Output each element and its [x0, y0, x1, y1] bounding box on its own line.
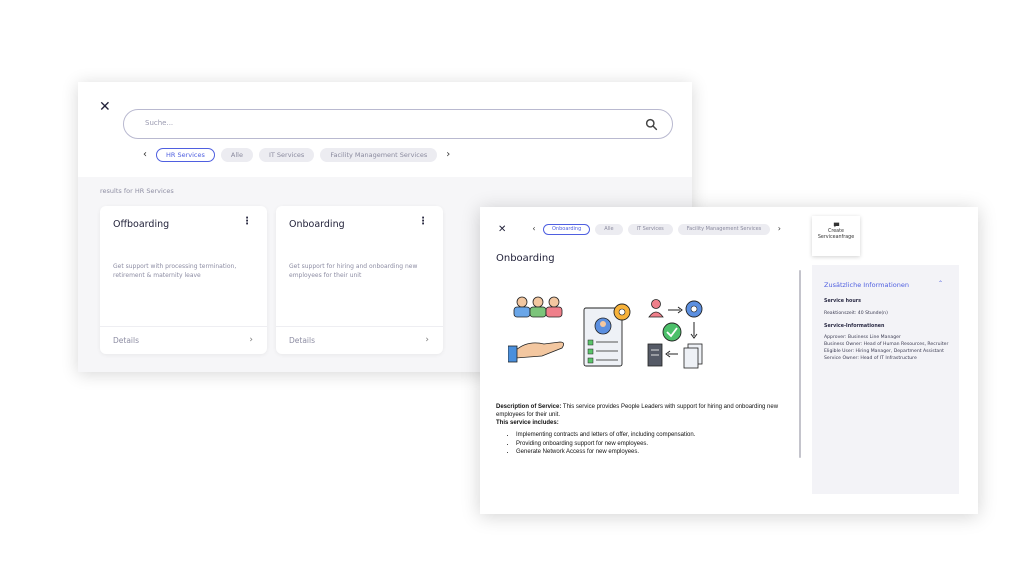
more-options-icon[interactable]: ⋮ — [418, 217, 428, 227]
service-hours-value: Reaktionszeit: 40 Stunde(n) — [824, 311, 888, 316]
service-detail-window: ✕ ‹ Onboarding Alle IT Services Facility… — [480, 207, 978, 514]
service-card-onboarding[interactable]: Onboarding ⋮ Get support for hiring and … — [276, 206, 443, 354]
chip-it-services[interactable]: IT Services — [258, 147, 315, 163]
team-icon — [508, 296, 564, 363]
chevron-left-icon[interactable]: ‹ — [530, 225, 538, 233]
chevron-right-icon[interactable]: › — [425, 335, 429, 345]
additional-info-panel: Zusätzliche Informationen ⌃ Service hour… — [812, 265, 959, 494]
card-title: Onboarding — [289, 219, 345, 230]
search-icon[interactable] — [645, 118, 658, 131]
info-panel-heading[interactable]: Zusätzliche Informationen — [824, 281, 909, 289]
chip-alle[interactable]: Alle — [595, 224, 623, 235]
service-info-line: Eligible User: Hiring Manager, Departmen… — [824, 349, 944, 355]
service-card-offboarding[interactable]: Offboarding ⋮ Get support with processin… — [100, 206, 267, 354]
close-icon[interactable]: ✕ — [99, 100, 111, 114]
chevron-left-icon[interactable]: ‹ — [140, 150, 150, 160]
chevron-right-icon[interactable]: › — [443, 150, 453, 160]
chat-icon — [833, 222, 839, 228]
includes-label: This service includes: — [496, 419, 559, 426]
description-label: Description of Service: — [496, 404, 562, 410]
chevron-right-icon[interactable]: › — [775, 225, 783, 233]
chip-alle[interactable]: Alle — [220, 147, 253, 163]
chip-facility-management[interactable]: Facility Management Services — [320, 147, 438, 163]
chip-it-services[interactable]: IT Services — [627, 224, 673, 235]
chevron-up-icon[interactable]: ⌃ — [938, 280, 943, 287]
create-serviceanfrage-button[interactable]: Create Serviceanfrage — [812, 216, 860, 256]
card-divider — [100, 326, 267, 327]
more-options-icon[interactable]: ⋮ — [242, 217, 252, 227]
search-placeholder: Suche... — [145, 119, 174, 127]
service-info-line: Approver: Business Line Manager — [824, 335, 901, 340]
includes-list: Implementing contracts and letters of of… — [496, 432, 796, 456]
process-flow-icon — [647, 299, 703, 369]
service-info-line: Business Owner: Head of Human Resources,… — [824, 342, 949, 348]
scrollbar[interactable] — [799, 270, 801, 458]
category-filter-bar: ‹ Onboarding Alle IT Services Facility M… — [530, 224, 783, 235]
create-label-line2: Serviceanfrage — [817, 235, 855, 241]
close-icon[interactable]: ✕ — [498, 225, 506, 235]
service-info-line: Service Owner: Head of IT Infrastructure — [824, 356, 917, 362]
details-link[interactable]: Details — [113, 336, 139, 345]
onboarding-illustration — [508, 296, 703, 369]
details-link[interactable]: Details — [289, 336, 315, 345]
card-description: Get support for hiring and onboarding ne… — [289, 263, 418, 280]
results-label: results for HR Services — [100, 187, 174, 195]
chip-facility-management[interactable]: Facility Management Services — [677, 224, 771, 235]
chip-onboarding[interactable]: Onboarding — [543, 224, 591, 235]
card-divider — [276, 326, 443, 327]
page-title: Onboarding — [496, 253, 555, 264]
service-hours-label: Service hours — [824, 299, 861, 304]
list-item: Generate Network Access for new employee… — [516, 449, 796, 457]
service-description: Description of Service: This service pro… — [496, 404, 796, 457]
service-info-label: Service-Informationen — [824, 324, 885, 329]
category-filter-bar: ‹ HR Services Alle IT Services Facility … — [140, 147, 453, 163]
list-item: Providing onboarding support for new emp… — [516, 441, 796, 449]
list-item: Implementing contracts and letters of of… — [516, 432, 796, 440]
search-input[interactable]: Suche... — [123, 109, 673, 139]
chip-hr-services[interactable]: HR Services — [156, 147, 215, 163]
card-title: Offboarding — [113, 219, 170, 230]
card-description: Get support with processing termination,… — [113, 263, 237, 280]
search-header: ✕ Suche... ‹ HR Services Alle IT Service… — [78, 82, 692, 177]
profile-document-icon — [583, 303, 631, 367]
service-info-list: Approver: Business Line Manager Business… — [824, 334, 952, 362]
chevron-right-icon[interactable]: › — [249, 335, 253, 345]
